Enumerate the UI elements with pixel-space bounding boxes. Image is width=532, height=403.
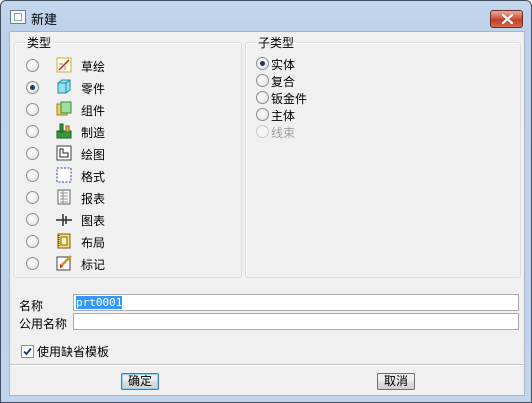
subtype-item-sheetmetal[interactable]: 钣金件: [256, 89, 376, 106]
checkmark-icon: [23, 347, 32, 356]
common-name-label: 公用名称: [19, 317, 68, 331]
drawing-icon: [55, 144, 73, 162]
type-label: 格式: [81, 170, 106, 184]
type-label: 组件: [81, 104, 106, 118]
window-title: 新建: [31, 13, 58, 28]
type-radio[interactable]: [26, 147, 39, 160]
markup-icon: [55, 254, 73, 272]
dialog-body: 类型 草绘 零件 组件 制造 绘图 格式 报表 图表 布局 标记 子类型 实体 …: [9, 31, 525, 396]
cancel-button[interactable]: 取消: [377, 373, 415, 390]
type-item-markup[interactable]: 标记: [26, 254, 216, 274]
subtype-radio[interactable]: [256, 108, 269, 121]
subtype-label: 复合: [271, 75, 296, 89]
type-radio[interactable]: [26, 59, 39, 72]
type-label: 图表: [81, 214, 106, 228]
type-radio[interactable]: [26, 125, 39, 138]
subtype-item-bulk[interactable]: 主体: [256, 106, 376, 123]
type-radio[interactable]: [26, 81, 39, 94]
subtype-label: 钣金件: [271, 92, 308, 106]
type-item-report[interactable]: 报表: [26, 188, 216, 208]
manufacturing-icon: [55, 122, 73, 140]
type-item-format[interactable]: 格式: [26, 166, 216, 186]
type-label: 布局: [81, 236, 106, 250]
name-field-value: prt0001: [76, 296, 123, 309]
type-radio[interactable]: [26, 235, 39, 248]
assembly-icon: [55, 100, 73, 118]
type-label: 标记: [81, 258, 106, 272]
type-radio[interactable]: [26, 257, 39, 270]
subtype-item-composite[interactable]: 复合: [256, 72, 376, 89]
part-icon: [55, 78, 73, 96]
type-item-part[interactable]: 零件: [26, 78, 216, 98]
type-item-sketch[interactable]: 草绘: [26, 56, 216, 76]
title-bar[interactable]: 新建: [1, 1, 531, 31]
type-item-assembly[interactable]: 组件: [26, 100, 216, 120]
name-field[interactable]: prt0001: [73, 294, 519, 311]
type-label: 报表: [81, 192, 106, 206]
subtype-radio: [256, 125, 269, 138]
subtype-item-solid[interactable]: 实体: [256, 55, 376, 72]
sketch-icon: [55, 56, 73, 74]
type-item-drawing[interactable]: 绘图: [26, 144, 216, 164]
subtype-radio[interactable]: [256, 91, 269, 104]
use-default-template-label[interactable]: 使用缺省模板: [37, 343, 109, 360]
type-item-layout[interactable]: 布局: [26, 232, 216, 252]
subtype-radio[interactable]: [256, 57, 269, 70]
layout-icon: [55, 232, 73, 250]
type-label: 制造: [81, 126, 106, 140]
type-radio[interactable]: [26, 191, 39, 204]
name-label: 名称: [19, 299, 44, 313]
subtype-label: 实体: [271, 58, 296, 72]
format-icon: [55, 166, 73, 184]
close-icon: [502, 14, 513, 24]
subtype-label: 主体: [271, 109, 296, 123]
type-label: 绘图: [81, 148, 106, 162]
type-label: 草绘: [81, 60, 106, 74]
type-label: 零件: [81, 82, 106, 96]
separator: [10, 364, 524, 366]
type-radio[interactable]: [26, 103, 39, 116]
diagram-icon: [55, 210, 73, 228]
ok-button[interactable]: 确定: [121, 373, 159, 390]
subtype-group-legend: 子类型: [258, 36, 295, 50]
close-button[interactable]: [490, 10, 523, 28]
type-item-diagram[interactable]: 图表: [26, 210, 216, 230]
common-name-field[interactable]: [73, 313, 519, 330]
type-radio[interactable]: [26, 169, 39, 182]
type-radio[interactable]: [26, 213, 39, 226]
subtype-item-harness: 线束: [256, 123, 376, 140]
subtype-label: 线束: [271, 126, 296, 140]
use-default-template-checkbox[interactable]: [21, 345, 34, 358]
report-icon: [55, 188, 73, 206]
subtype-radio[interactable]: [256, 74, 269, 87]
type-item-manufacturing[interactable]: 制造: [26, 122, 216, 142]
type-group-legend: 类型: [27, 36, 52, 50]
new-dialog-window: 新建 类型 草绘 零件 组件 制造 绘图 格式 报表 图表 布局 标记 子类型 …: [0, 0, 532, 403]
window-icon: [10, 10, 26, 24]
